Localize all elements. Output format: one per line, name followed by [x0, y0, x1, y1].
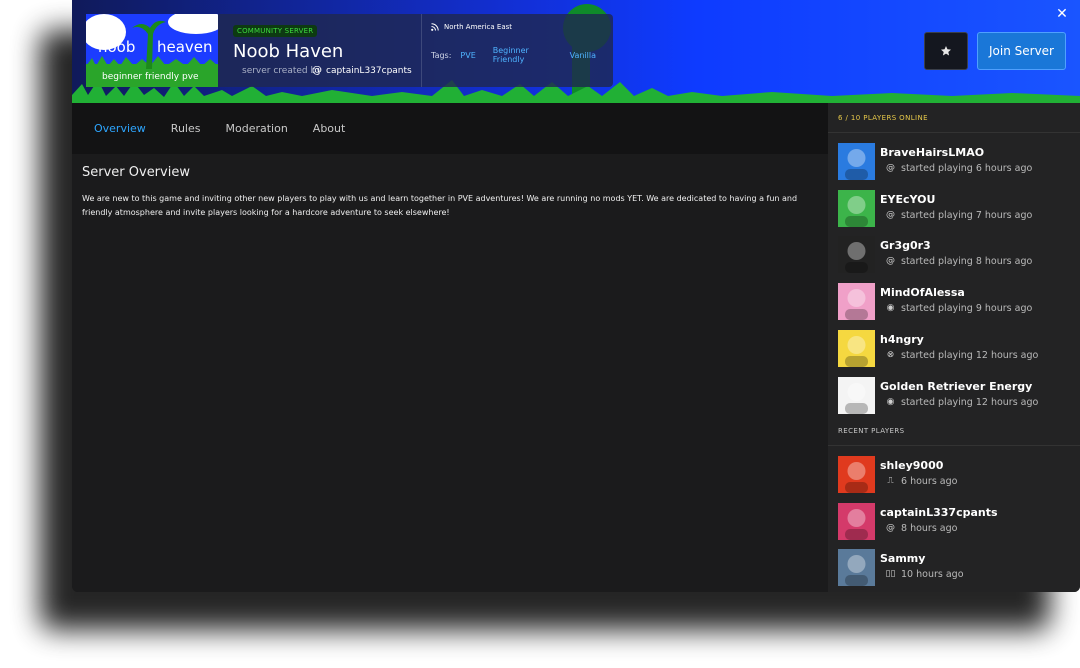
online-header: 6 / 10 PLAYERS ONLINE: [838, 114, 928, 122]
player-status-text: started playing 6 hours ago: [901, 163, 1033, 174]
player-row[interactable]: EYEcYOU @ started playing 7 hours ago: [838, 189, 1073, 228]
player-status-text: started playing 8 hours ago: [901, 256, 1033, 268]
player-row[interactable]: MindOfAlessa ◉ started playing 9 hours ago: [838, 283, 1073, 321]
player-status: ▯▯ 10 hours ago: [885, 569, 964, 580]
player-name: h4ngry: [880, 332, 924, 346]
player-name: shley9000: [880, 459, 944, 472]
player-avatar: [838, 236, 875, 274]
main-content: Overview Rules Moderation About Server O…: [72, 103, 828, 592]
tag-pve[interactable]: PVE: [460, 51, 475, 60]
tab-moderation[interactable]: Moderation: [225, 122, 287, 135]
server-title: Noob Haven: [233, 41, 344, 62]
player-row[interactable]: BraveHairsLMAO @ started playing 6 hours a…: [838, 143, 1073, 181]
creator-name: captainL337cpants: [326, 65, 412, 76]
xbox-icon: ⊗: [886, 349, 895, 360]
at-icon: @: [886, 209, 895, 220]
player-avatar: [838, 502, 875, 540]
tag-vanilla[interactable]: Vanilla: [570, 51, 596, 60]
player-status: ⊗ started playing 12 hours ago: [885, 349, 1039, 361]
player-status-text: started playing 9 hours ago: [901, 303, 1033, 315]
player-row[interactable]: Sammy ▯▯ 10 hours ago: [838, 549, 1073, 587]
player-row[interactable]: h4ngry ⊗ started playing 12 hours ago: [838, 329, 1073, 368]
player-name: MindOfAlessa: [880, 286, 965, 300]
server-detail-window: noob heaven beginner friendly pve COMMUN…: [72, 0, 1080, 592]
player-status-text: started playing 7 hours ago: [901, 209, 1033, 221]
tab-overview[interactable]: Overview: [94, 122, 146, 135]
player-status: @ started playing 8 hours ago: [885, 256, 1032, 267]
creator-link[interactable]: @ captainL337cpants: [312, 65, 412, 76]
sidebar-separator: [828, 132, 1080, 133]
player-avatar: [838, 456, 875, 493]
player-row[interactable]: Gr3g0r3 @ started playing 8 hours ago: [838, 236, 1073, 274]
logo-text-noob: noob: [98, 38, 136, 56]
player-status: @8 hours ago: [885, 523, 957, 534]
tab-about[interactable]: About: [313, 122, 346, 135]
server-region: North America East: [431, 23, 512, 31]
player-status-text: started playing 12 hours ago: [901, 396, 1039, 408]
logo-tagline: beginner friendly pve: [102, 72, 199, 82]
player-avatar: [838, 189, 875, 227]
player-status-text: 6 hours ago: [901, 476, 958, 487]
player-name: Gr3g0r3: [880, 239, 931, 253]
player-status-text: 8 hours ago: [901, 522, 958, 534]
at-icon: @: [886, 163, 895, 173]
favorite-button[interactable]: [924, 32, 968, 70]
overview-text: We are new to this game and inviting oth…: [82, 194, 798, 217]
server-logo: noob heaven beginner friendly pve: [86, 14, 218, 87]
playstation-icon: ⎍: [887, 476, 894, 486]
player-avatar: [838, 549, 875, 587]
tab-rules[interactable]: Rules: [171, 122, 201, 135]
server-banner: noob heaven beginner friendly pve COMMUN…: [72, 0, 1080, 103]
player-status: ◉ started playing 9 hours ago: [885, 303, 1033, 315]
rss-icon: [431, 23, 439, 31]
player-row[interactable]: captainL337cpants @8 hours ago: [838, 502, 1073, 541]
player-row[interactable]: shley9000 ⎍ 6 hours ago: [838, 456, 1073, 494]
at-icon: @: [886, 522, 895, 533]
player-status: ⎍ 6 hours ago: [885, 476, 957, 487]
player-name: EYEcYOU: [880, 192, 936, 206]
region-text: North America East: [444, 23, 513, 31]
info-divider: [421, 14, 422, 87]
player-name: Sammy: [880, 552, 926, 566]
community-server-badge: COMMUNITY SERVER: [233, 25, 318, 37]
logo-text-heaven: heaven: [157, 38, 213, 56]
player-status: ◉ started playing 12 hours ago: [885, 396, 1039, 408]
tags-label: Tags:: [431, 50, 452, 60]
player-avatar: [838, 283, 875, 321]
player-name: captainL337cpants: [880, 505, 998, 519]
join-server-button[interactable]: Join Server: [977, 32, 1066, 70]
steam-icon: ◉: [886, 303, 895, 314]
switch-icon: ▯▯: [885, 569, 896, 580]
player-name: Golden Retriever Energy: [880, 379, 1033, 393]
player-status: @ started playing 7 hours ago: [885, 210, 1032, 221]
player-avatar: [838, 143, 875, 180]
player-name: BraveHairsLMAO: [880, 146, 985, 159]
player-status-text: 10 hours ago: [901, 569, 964, 581]
steam-icon: ◉: [886, 396, 895, 407]
close-icon[interactable]: ✕: [1054, 6, 1070, 22]
online-label: PLAYERS ONLINE: [863, 114, 928, 122]
created-by-label: server created by: [242, 66, 322, 76]
player-row[interactable]: Golden Retriever Energy ◉ started playing …: [838, 376, 1073, 415]
players-sidebar: 6 / 10 PLAYERS ONLINE BraveHairsLMAO @ sta…: [828, 103, 1080, 592]
player-avatar: [838, 329, 875, 367]
at-icon: @: [886, 256, 895, 267]
online-count: 6 / 10: [838, 114, 861, 122]
player-avatar: [838, 376, 875, 414]
player-status: @ started playing 6 hours ago: [885, 163, 1032, 174]
player-status-text: started playing 12 hours ago: [901, 349, 1039, 361]
overview-title: Server Overview: [82, 165, 190, 180]
server-tags: Tags: PVE Beginner Friendly Vanilla: [431, 46, 613, 64]
sidebar-separator: [828, 445, 1080, 446]
server-info-card: COMMUNITY SERVER Noob Haven server creat…: [218, 14, 613, 87]
at-icon: @: [312, 65, 322, 76]
tab-bar: Overview Rules Moderation About: [72, 103, 828, 154]
star-icon: [941, 46, 951, 56]
recent-header: RECENT PLAYERS: [838, 427, 905, 435]
tag-beginner-friendly[interactable]: Beginner Friendly: [493, 46, 553, 64]
